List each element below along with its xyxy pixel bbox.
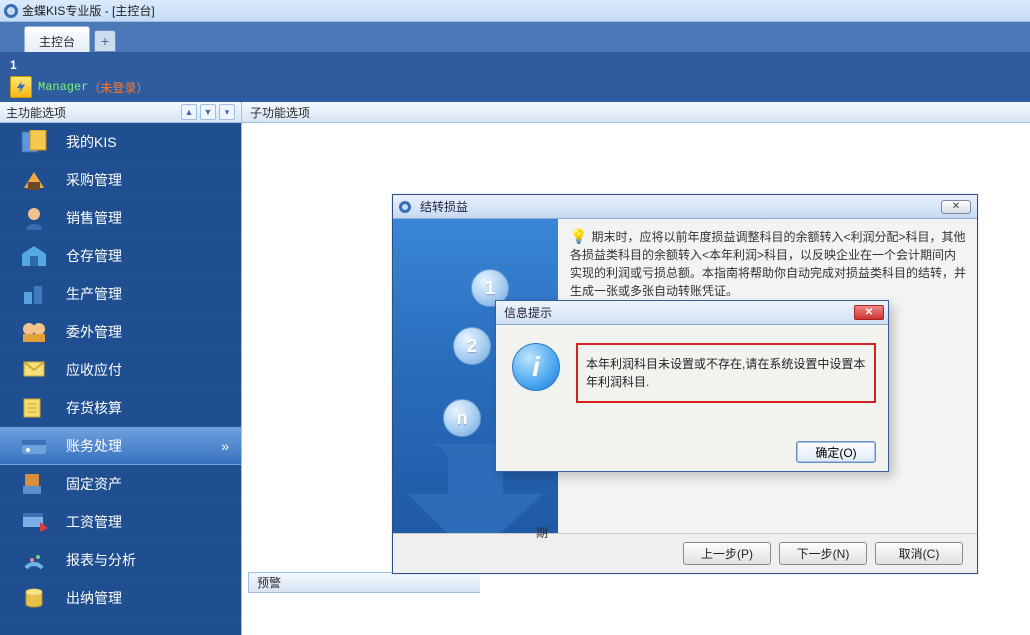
warn-panel-header: 预警 <box>248 572 480 593</box>
menu-icon <box>18 546 50 574</box>
menu-icon <box>18 242 50 270</box>
step-n-icon: n <box>443 399 481 437</box>
sidebar-item-5[interactable]: 委外管理 <box>0 313 241 351</box>
sidebar-item-8[interactable]: 账务处理 » <box>0 427 241 465</box>
subpanel-label: 子功能选项 <box>250 104 310 121</box>
menu-icon <box>18 128 50 156</box>
message-titlebar[interactable]: 信息提示 ✕ <box>496 301 888 325</box>
chevron-right-icon: » <box>221 438 227 454</box>
menu-label: 采购管理 <box>66 170 122 190</box>
period-label: 期 <box>536 524 548 541</box>
user-status: （未登录） <box>88 79 148 96</box>
menu-label: 账务处理 <box>66 436 122 456</box>
menu-icon <box>18 280 50 308</box>
ok-button[interactable]: 确定(O) <box>796 441 876 463</box>
info-icon: i <box>512 343 560 391</box>
menu-icon <box>18 318 50 346</box>
sidebar-item-11[interactable]: 报表与分析 <box>0 541 241 579</box>
menu-label: 我的KIS <box>66 132 117 152</box>
message-title: 信息提示 <box>504 304 552 321</box>
panel-collapse-icon[interactable]: ▾ <box>219 104 235 120</box>
wizard-close-button[interactable]: ✕ <box>941 200 971 214</box>
user-bar: 1 Manager （未登录） <box>0 52 1030 102</box>
menu-label: 工资管理 <box>66 512 122 532</box>
sidebar-item-9[interactable]: 固定资产 <box>0 465 241 503</box>
sidebar-item-4[interactable]: 生产管理 <box>0 275 241 313</box>
bulb-icon: 💡 <box>570 228 587 244</box>
menu-icon <box>18 432 50 460</box>
session-index: 1 <box>10 58 1020 72</box>
tab-strip: 主控台 + <box>0 22 1030 52</box>
sidebar-item-1[interactable]: 采购管理 <box>0 161 241 199</box>
side-panel-header: 主功能选项 ▲ ▼ ▾ <box>0 102 241 123</box>
subpanel-header: 子功能选项 <box>242 102 1030 123</box>
side-header-label: 主功能选项 <box>6 104 66 121</box>
app-title: 金蝶KIS专业版 - [主控台] <box>22 2 155 19</box>
menu-label: 报表与分析 <box>66 550 136 570</box>
sidebar-item-10[interactable]: 工资管理 <box>0 503 241 541</box>
warn-label: 预警 <box>257 574 281 591</box>
cancel-button[interactable]: 取消(C) <box>875 542 963 565</box>
menu-label: 销售管理 <box>66 208 122 228</box>
panel-up-icon[interactable]: ▲ <box>181 104 197 120</box>
tab-add-button[interactable]: + <box>94 30 116 52</box>
app-titlebar: 金蝶KIS专业版 - [主控台] <box>0 0 1030 22</box>
menu-label: 存货核算 <box>66 398 122 418</box>
prev-step-button[interactable]: 上一步(P) <box>683 542 771 565</box>
menu-label: 出纳管理 <box>66 588 122 608</box>
wizard-footer: 上一步(P) 下一步(N) 取消(C) <box>393 533 977 573</box>
side-panel: 主功能选项 ▲ ▼ ▾ 我的KIS 采购管理销售管理仓存管理生产管理委外管理应收应… <box>0 102 242 635</box>
sidebar-item-6[interactable]: 应收应付 <box>0 351 241 389</box>
menu-icon <box>18 166 50 194</box>
message-close-button[interactable]: ✕ <box>854 305 884 320</box>
bolt-icon <box>10 76 32 98</box>
menu-icon <box>18 584 50 612</box>
menu-icon <box>18 470 50 498</box>
menu-label: 生产管理 <box>66 284 122 304</box>
sidebar-item-2[interactable]: 销售管理 <box>0 199 241 237</box>
side-menu: 我的KIS 采购管理销售管理仓存管理生产管理委外管理应收应付存货核算账务处理 » 固定… <box>0 123 241 635</box>
menu-label: 固定资产 <box>66 474 122 494</box>
next-step-button[interactable]: 下一步(N) <box>779 542 867 565</box>
sidebar-item-12[interactable]: 出纳管理 <box>0 579 241 617</box>
wizard-title: 结转损益 <box>420 198 468 215</box>
app-gear-icon <box>4 4 18 18</box>
step-2-icon: 2 <box>453 327 491 365</box>
user-name: Manager <box>38 80 88 94</box>
sidebar-item-7[interactable]: 存货核算 <box>0 389 241 427</box>
tab-label: 主控台 <box>39 33 75 50</box>
menu-icon <box>18 204 50 232</box>
tab-main-console[interactable]: 主控台 <box>24 26 90 52</box>
wizard-titlebar[interactable]: 结转损益 ✕ <box>393 195 977 219</box>
menu-icon <box>18 356 50 384</box>
menu-label: 委外管理 <box>66 322 122 342</box>
sidebar-item-0[interactable]: 我的KIS <box>0 123 241 161</box>
message-text: 本年利润科目未设置或不存在,请在系统设置中设置本年利润科目. <box>576 343 876 403</box>
menu-icon <box>18 394 50 422</box>
sidebar-item-3[interactable]: 仓存管理 <box>0 237 241 275</box>
wizard-gear-icon <box>399 201 411 213</box>
panel-down-icon[interactable]: ▼ <box>200 104 216 120</box>
menu-label: 仓存管理 <box>66 246 122 266</box>
message-dialog: 信息提示 ✕ i 本年利润科目未设置或不存在,请在系统设置中设置本年利润科目. … <box>495 300 889 472</box>
menu-label: 应收应付 <box>66 360 122 380</box>
wizard-hint-text: 💡期末时，应将以前年度损益调整科目的余额转入<利润分配>科目，其他各损益类科目的… <box>570 227 967 300</box>
menu-icon <box>18 508 50 536</box>
